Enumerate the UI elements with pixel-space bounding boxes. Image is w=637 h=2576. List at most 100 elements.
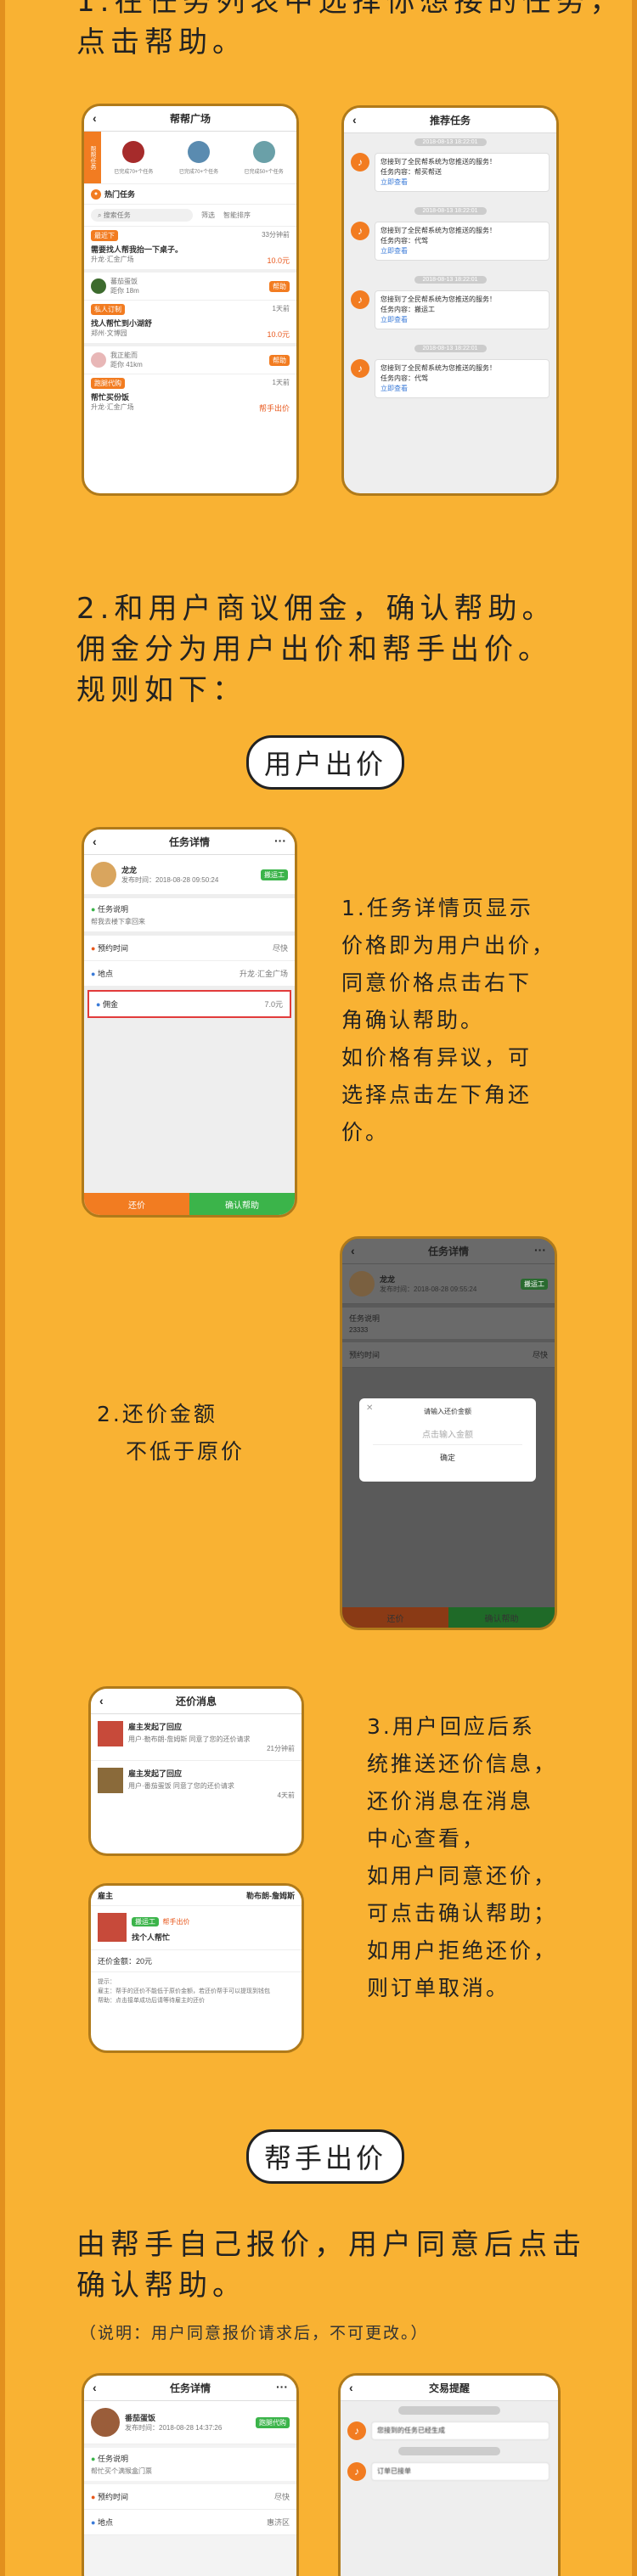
task-summary: 搬运工 帮手出价 找个人帮忙 [91, 1906, 302, 1950]
earner-text: 已完成70+个任务 [114, 169, 154, 175]
back-icon[interactable]: ‹ [93, 835, 97, 848]
recommend-item[interactable]: ♪ 您接到了全民帮系统为您推送的服务！ 任务内容：搬运工 立即查看 [344, 289, 556, 331]
view-now-link[interactable]: 立即查看 [381, 315, 544, 325]
screen-title: 推荐任务 [429, 115, 471, 127]
search-input[interactable]: ⌕ 搜索任务 [91, 209, 193, 222]
amount-input[interactable]: 点击输入金额 [373, 1423, 522, 1445]
help-button[interactable]: 帮助 [269, 354, 290, 366]
search-icon: ⌕ [98, 211, 104, 219]
back-icon[interactable]: ‹ [99, 1694, 104, 1707]
counter-offer-button[interactable]: 还价 [84, 1193, 189, 1215]
helper-bid-pill: 帮手出价 [246, 2129, 405, 2184]
note-line: 角确认帮助。 [341, 1008, 485, 1032]
close-icon[interactable]: ✕ [366, 1403, 373, 1413]
phone-counter-offer-messages: ‹ 还价消息 雇主发起了回应 用户·勒布朗-詹姆斯 同意了您的还价请求 21分钟前 雇… [88, 1686, 304, 1856]
back-icon[interactable]: ‹ [352, 113, 357, 127]
phone-task-detail-helper: ‹ 任务详情 ··· 番茄蛋饭 发布时间：2018-08-28 14:37:26 跑腿代… [82, 2373, 299, 2576]
task-card-1[interactable]: 最近下 33分钟前 需要找人帮我抬一下桌子。 升龙·汇金广场 10.0元 [84, 227, 296, 273]
note-line: 如价格有异议，可 [341, 1045, 533, 1070]
view-now-link[interactable]: 立即查看 [381, 177, 544, 188]
help-button[interactable]: 帮助 [269, 280, 290, 292]
tip-text: 提示： 雇主：帮手的还价不能低于原价金额，若还价帮手可以提现到钱包 帮助：点击接… [98, 1979, 270, 2004]
back-icon[interactable]: ‹ [349, 2381, 353, 2394]
dialog-confirm-button[interactable]: 确定 [359, 1452, 536, 1463]
earner-2[interactable]: 已完成70+个任务 [179, 140, 218, 175]
timestamp: 2018-08-13 18:22:01 [414, 138, 487, 146]
task-place: 升龙·汇金广场 [91, 403, 134, 411]
alert-item-1[interactable]: ♪ 您接到的任务已经生成 [341, 2420, 558, 2442]
counter-offer-dialog: ✕ 请输入还价金额 点击输入金额 确定 [359, 1398, 536, 1482]
message-bubble: 您接到了全民帮系统为您推送的服务！ 任务内容：代驾 立即查看 [375, 222, 550, 261]
back-icon[interactable]: ‹ [351, 1244, 355, 1257]
note-line: 2.还价金额 [97, 1402, 217, 1426]
row-label: 佣金 [102, 1000, 118, 1009]
sort-button[interactable]: 智能排序 [223, 211, 251, 220]
more-icon[interactable]: ··· [274, 834, 286, 847]
bell-icon: ♪ [351, 222, 369, 240]
user-distance: 距你 41km [110, 361, 143, 368]
category-badge: 搬运工 [521, 1278, 548, 1290]
task-price: 10.0元 [267, 330, 290, 339]
recommend-item[interactable]: ♪ 您接到了全民帮系统为您推送的服务！ 任务内容：代驾 立即查看 [344, 220, 556, 262]
earner-1[interactable]: 已完成70+个任务 [114, 140, 154, 175]
task-place: 郑州·文博园 [91, 329, 127, 337]
view-now-link[interactable]: 立即查看 [381, 246, 544, 256]
recommend-item[interactable]: ♪ 您接到了全民帮系统为您推送的服务！ 任务内容：代驾 立即查看 [344, 357, 556, 400]
earner-text: 已完成50+个任务 [244, 169, 284, 175]
message-line: 任务内容：帮买帮送 [381, 168, 442, 176]
avatar [91, 862, 116, 887]
task-description: 任务说明 23333 [342, 1308, 555, 1339]
clock-icon: ● [91, 943, 96, 953]
confirm-help-button[interactable]: 确认帮助 [189, 1193, 295, 1215]
alert-item-2[interactable]: ♪ 订单已接单 [341, 2461, 558, 2483]
note-line: 如用户拒绝还价， [367, 1938, 558, 1963]
note-line: 统推送还价信息， [367, 1752, 558, 1776]
message-item-2[interactable]: 雇主发起了回应 用户·番茄蛋饭 同意了您的还价请求 4天前 [91, 1761, 302, 1807]
phone-counter-offer-card: 雇主 勒布朗-詹姆斯 搬运工 帮手出价 找个人帮忙 还价金额：20元 提示： 雇主：… [88, 1883, 304, 2053]
counter-offer-button[interactable]: 还价 [342, 1607, 448, 1628]
task-price: 10.0元 [267, 256, 290, 265]
row-value: 尽快 [273, 2493, 290, 2501]
section1-heading: 1.在任务列表中选择你想接的任务，点击帮助。 [76, 0, 624, 59]
back-icon[interactable]: ‹ [93, 111, 97, 125]
more-icon[interactable]: ··· [276, 2380, 288, 2393]
user-name: 蕃茄蛋饭 [110, 278, 138, 285]
task-card-2[interactable]: 私人订制 1天前 找人帮忙到小湖舒 郑州·文博园 10.0元 [84, 301, 296, 346]
bell-icon: ♪ [351, 359, 369, 378]
category-badge: 搬运工 [261, 869, 288, 880]
task-tag: 最近下 [91, 230, 118, 241]
time-row: ● 预约时间 尽快 [84, 2484, 296, 2510]
task-title: 找人帮忙到小湖舒 [91, 319, 153, 328]
avatar [91, 2408, 120, 2437]
task-card-3[interactable]: 跑腿代购 1天前 帮忙买份饭 升龙·汇金广场 帮手出价 [84, 374, 296, 417]
section2-heading-line3: 规则如下： [76, 673, 246, 707]
search-placeholder: 搜索任务 [103, 211, 131, 219]
avatar [349, 1271, 375, 1296]
recommend-item[interactable]: ♪ 您接到了全民帮系统为您推送的服务！ 任务内容：帮买帮送 立即查看 [344, 151, 556, 194]
row-value: 尽快 [532, 1351, 548, 1359]
screen-title: 交易提醒 [428, 2382, 470, 2394]
confirm-help-button[interactable]: 确认帮助 [448, 1607, 555, 1628]
back-icon[interactable]: ‹ [93, 2381, 97, 2394]
more-icon[interactable]: ··· [534, 1243, 546, 1257]
row-label: 预约时间 [97, 944, 128, 953]
note-line: 1.任务详情页显示 [341, 896, 533, 920]
bell-icon: ♪ [347, 2421, 366, 2440]
message-item-1[interactable]: 雇主发起了回应 用户·勒布朗-詹姆斯 同意了您的还价请求 21分钟前 [91, 1714, 302, 1761]
publish-time: 发布时间：2018-08-28 09:55:24 [380, 1285, 477, 1293]
message-bubble: 您接到了全民帮系统为您推送的服务！ 任务内容：帮买帮送 立即查看 [375, 153, 550, 192]
check-icon: ● [91, 905, 96, 914]
alert-text: 订单已接单 [371, 2462, 550, 2481]
view-now-link[interactable]: 立即查看 [381, 384, 544, 394]
dialog-title: 请输入还价金额 [424, 1408, 471, 1415]
earner-3[interactable]: 已完成50+个任务 [244, 140, 284, 175]
location-icon: ● [91, 969, 96, 978]
location-row: ● 地点 升龙·汇金广场 [84, 961, 295, 987]
desc-label: 任务说明 [349, 1314, 381, 1323]
publisher-name: 龙龙 [380, 1275, 396, 1284]
filter-button[interactable]: 筛选 [201, 211, 215, 220]
commission-row: ● 佣金 7.0元 [87, 990, 291, 1018]
note-line: 3.用户回应后系 [367, 1714, 535, 1739]
task-description: ● 任务说明 帮忙买个满猴盒门票 [84, 2448, 296, 2481]
task-time: 1天前 [272, 305, 290, 312]
